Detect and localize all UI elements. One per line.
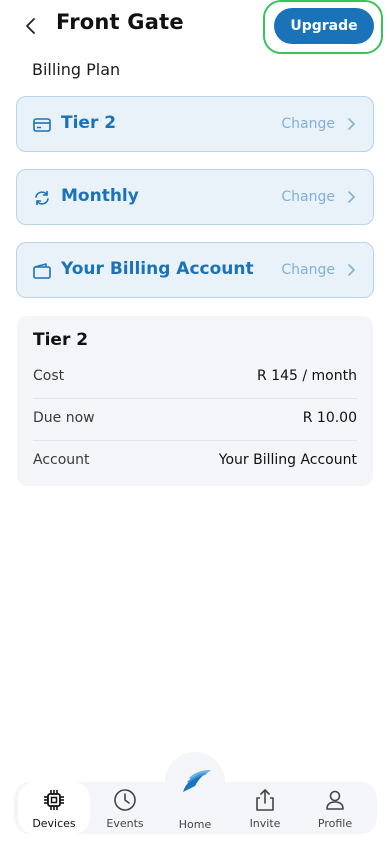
row-value: Your Billing Account	[218, 452, 357, 468]
chevron-left-icon	[26, 18, 35, 34]
tab-events[interactable]: Events	[89, 782, 161, 834]
tab-label: Profile	[317, 817, 353, 830]
header: Front Gate Upgrade	[0, 0, 390, 56]
back-button[interactable]	[18, 13, 44, 39]
option-billing-cycle[interactable]: Monthly Change	[16, 169, 374, 225]
plan-summary-card: Tier 2 Cost R 145 / month Due now R 10.0…	[17, 316, 373, 486]
tab-devices[interactable]: Devices	[18, 782, 90, 834]
row-value: R 10.00	[302, 410, 357, 426]
option-label: Your Billing Account	[61, 259, 254, 279]
option-label: Monthly	[61, 186, 139, 206]
option-tier[interactable]: Tier 2 Change	[16, 96, 374, 152]
refresh-icon	[35, 190, 49, 206]
tab-invite[interactable]: Invite	[229, 782, 301, 834]
row-key: Cost	[33, 368, 65, 384]
credit-card-icon	[33, 118, 51, 132]
change-link[interactable]: Change	[281, 189, 335, 205]
change-link[interactable]: Change	[281, 116, 335, 132]
summary-row-account: Account Your Billing Account	[33, 440, 357, 482]
chevron-right-icon	[348, 191, 356, 203]
chevron-right-icon	[348, 118, 356, 130]
option-label: Tier 2	[61, 113, 117, 133]
row-value: R 145 / month	[257, 368, 357, 384]
wallet-icon	[33, 263, 51, 279]
option-billing-account[interactable]: Your Billing Account Change	[16, 242, 374, 298]
upgrade-button[interactable]: Upgrade	[274, 8, 374, 44]
share-icon	[256, 789, 274, 811]
summary-row-cost: Cost R 145 / month	[33, 356, 357, 399]
tab-label: Devices	[32, 817, 76, 830]
row-key: Due now	[33, 410, 95, 426]
tab-label: Invite	[249, 817, 281, 830]
clock-icon	[114, 789, 136, 811]
tab-label: Events	[106, 817, 144, 830]
page-title: Front Gate	[56, 10, 184, 34]
chevron-right-icon	[348, 264, 356, 276]
chip-icon	[44, 790, 64, 810]
summary-row-due: Due now R 10.00	[33, 398, 357, 441]
logo-icon	[183, 770, 211, 792]
summary-title: Tier 2	[33, 330, 89, 350]
change-link[interactable]: Change	[281, 262, 335, 278]
section-label: Billing Plan	[32, 60, 121, 79]
row-key: Account	[33, 452, 90, 468]
person-icon	[326, 790, 344, 810]
tab-profile[interactable]: Profile	[299, 782, 371, 834]
tab-home[interactable]	[165, 752, 225, 812]
tab-label: Home	[178, 818, 212, 831]
